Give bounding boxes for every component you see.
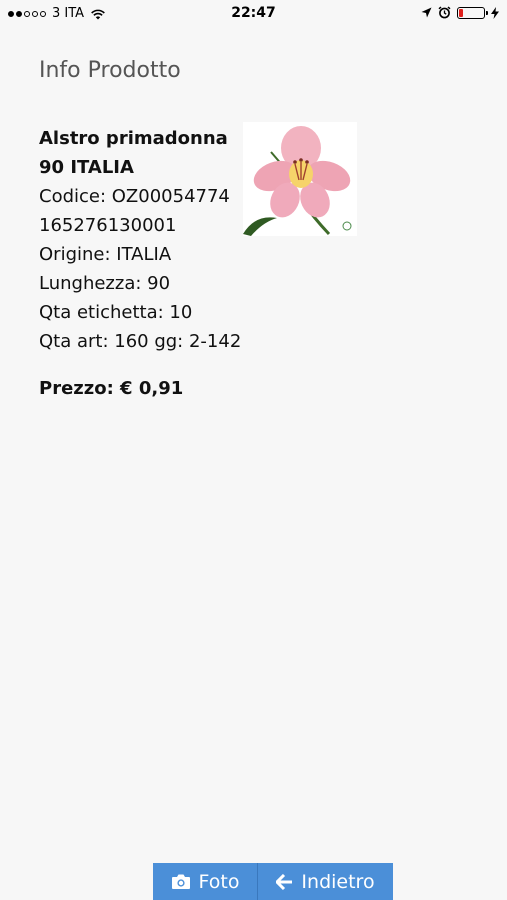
product-label-qty: Qta etichetta: 10: [39, 302, 193, 323]
bottom-button-bar: Foto Indietro: [153, 863, 393, 900]
product-length: Lunghezza: 90: [39, 273, 171, 294]
product-info: Alstro primadonna 90 ITALIA Codice: OZ00…: [39, 124, 242, 356]
product-flower-image: [243, 122, 357, 236]
product-barcode: 165276130001: [39, 215, 177, 236]
status-bar-right: [421, 6, 499, 19]
arrow-left-icon: [276, 873, 293, 890]
location-arrow-icon: [421, 7, 432, 18]
charging-bolt-icon: [491, 6, 499, 19]
product-origin: Origine: ITALIA: [39, 244, 172, 265]
status-bar: 3 ITA 22:47: [0, 0, 507, 28]
foto-button[interactable]: Foto: [153, 863, 258, 900]
product-article-qty: Qta art: 160 gg: 2-142: [39, 331, 242, 352]
back-button-label: Indietro: [301, 870, 375, 893]
product-name-line1: Alstro primadonna: [39, 128, 228, 149]
page-title: Info Prodotto: [39, 58, 181, 83]
product-price: Prezzo: € 0,91: [39, 378, 184, 399]
foto-button-label: Foto: [198, 870, 240, 893]
alarm-clock-icon: [438, 6, 451, 19]
back-button[interactable]: Indietro: [258, 863, 393, 900]
product-code: Codice: OZ00054774: [39, 186, 230, 207]
product-name-line2: 90 ITALIA: [39, 157, 134, 178]
camera-icon: [171, 873, 191, 890]
battery-icon: [457, 6, 488, 19]
